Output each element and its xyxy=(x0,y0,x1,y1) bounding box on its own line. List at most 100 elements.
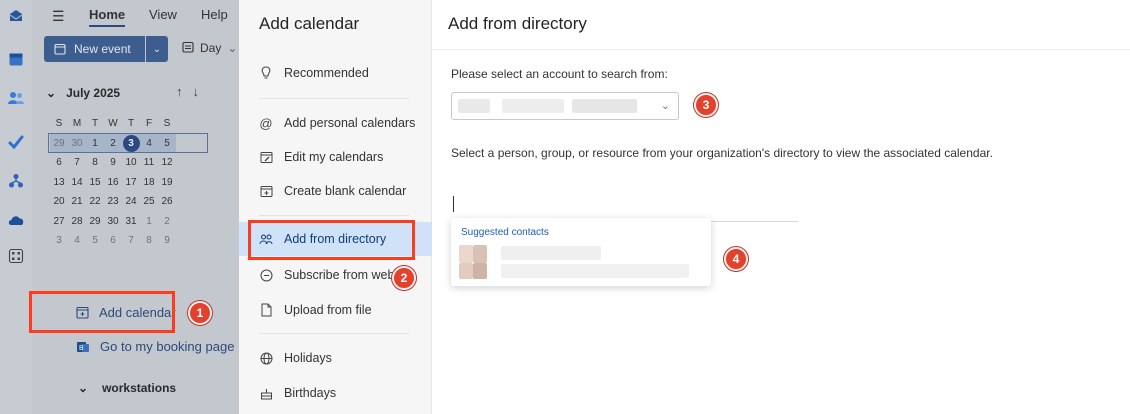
nav-item-blank[interactable]: Create blank calendar xyxy=(239,174,432,208)
avatar xyxy=(473,245,487,263)
calendar-day[interactable]: 30 xyxy=(104,212,122,232)
calendar-day[interactable]: 13 xyxy=(50,173,68,193)
nav-item-label: Upload from file xyxy=(284,303,372,317)
calendar-day[interactable]: 26 xyxy=(158,192,176,212)
calendar-day[interactable]: 4 xyxy=(140,133,158,153)
calendar-day[interactable]: 29 xyxy=(86,212,104,232)
hamburger-icon[interactable]: ☰ xyxy=(52,8,65,25)
calendar-week-row: 20 21 22 23 24 25 26 xyxy=(50,192,216,212)
calendar-day[interactable]: 15 xyxy=(86,173,104,193)
nav-item-holidays[interactable]: Holidays xyxy=(239,341,432,375)
calendar-day[interactable]: 17 xyxy=(122,173,140,193)
month-header[interactable]: ⌄ July 2025 xyxy=(46,86,120,100)
suggested-contacts-label: Suggested contacts xyxy=(461,227,549,238)
arrow-up-icon[interactable]: ↑ xyxy=(176,84,183,99)
calendar-day[interactable]: 16 xyxy=(104,173,122,193)
people-icon[interactable] xyxy=(5,87,27,109)
tab-home[interactable]: Home xyxy=(89,7,126,27)
calendar-day[interactable]: 10 xyxy=(122,153,140,173)
calendar-day[interactable]: 8 xyxy=(86,153,104,173)
calendar-day[interactable]: 29 xyxy=(50,133,68,153)
nav-item-label: Subscribe from web xyxy=(284,268,395,282)
tab-view[interactable]: View xyxy=(149,7,177,22)
globe-icon xyxy=(259,351,273,365)
day-view-button[interactable]: Day ⌄ xyxy=(182,41,237,55)
calendar-day[interactable]: 24 xyxy=(122,192,140,212)
svg-text:B: B xyxy=(79,345,84,352)
booking-page-link[interactable]: B Go to my booking page xyxy=(76,339,234,354)
todo-icon[interactable] xyxy=(5,131,27,153)
at-icon: @ xyxy=(259,115,273,131)
account-select[interactable]: ⌄ xyxy=(451,92,679,120)
account-label: Please select an account to search from: xyxy=(451,67,668,81)
calendar-day[interactable]: 5 xyxy=(158,133,176,153)
new-event-label: New event xyxy=(74,42,131,56)
weekday-label: M xyxy=(72,118,82,129)
calendar-day[interactable]: 31 xyxy=(122,212,140,232)
suggested-contact-item[interactable] xyxy=(451,242,711,284)
calendar-day[interactable]: 2 xyxy=(158,212,176,232)
calendar-day[interactable]: 3 xyxy=(50,231,68,251)
calendar-icon[interactable] xyxy=(5,48,27,70)
page-title: Add from directory xyxy=(448,14,587,33)
calendar-day[interactable]: 8 xyxy=(140,231,158,251)
nav-item-label: Recommended xyxy=(284,66,369,80)
calendar-day[interactable]: 30 xyxy=(68,133,86,153)
calendar-day[interactable]: 1 xyxy=(86,133,104,153)
ribbon: ☰ Home View Help xyxy=(32,0,239,30)
day-view-label: Day xyxy=(200,41,222,55)
calendar-day[interactable]: 28 xyxy=(68,212,86,232)
weekday-label: T xyxy=(91,118,99,129)
nav-item-personal[interactable]: @ Add personal calendars xyxy=(239,106,432,140)
calendar-day[interactable]: 14 xyxy=(68,173,86,193)
calendar-day[interactable]: 22 xyxy=(86,192,104,212)
tab-help[interactable]: Help xyxy=(201,7,228,22)
highlight-box-add-calendar xyxy=(29,291,175,333)
calendar-day[interactable]: 9 xyxy=(104,153,122,173)
calendar-day[interactable]: 5 xyxy=(86,231,104,251)
calendar-day[interactable]: 7 xyxy=(122,231,140,251)
mail-icon[interactable] xyxy=(5,5,27,27)
calendar-day[interactable]: 11 xyxy=(140,153,158,173)
calendar-day[interactable]: 6 xyxy=(104,231,122,251)
calendar-day[interactable]: 2 xyxy=(104,133,122,153)
apps-icon[interactable] xyxy=(5,245,27,267)
new-event-dropdown[interactable]: ⌄ xyxy=(146,36,168,62)
step-marker-1: 1 xyxy=(188,301,212,325)
calendar-day[interactable]: 23 xyxy=(104,192,122,212)
nav-item-label: Birthdays xyxy=(284,386,337,400)
workstations-group[interactable]: ⌄ workstations xyxy=(78,381,176,395)
calendar-day[interactable]: 27 xyxy=(50,212,68,232)
nav-item-label: Holidays xyxy=(284,351,332,365)
nav-item-recommended[interactable]: Recommended xyxy=(239,56,432,90)
calendar-day[interactable]: 1 xyxy=(140,212,158,232)
calendar-day[interactable]: 7 xyxy=(68,153,86,173)
bulb-icon xyxy=(259,66,273,80)
nav-title: Add calendar xyxy=(259,14,360,33)
calendar-day[interactable]: 6 xyxy=(50,153,68,173)
calendar-week-row: 3456789 xyxy=(50,231,216,251)
calendar-day[interactable]: 21 xyxy=(68,192,86,212)
new-event-button[interactable]: New event xyxy=(44,36,145,62)
org-icon[interactable] xyxy=(5,170,27,192)
divider xyxy=(259,215,409,216)
calendar-day[interactable]: 3 xyxy=(122,133,140,153)
redacted-text xyxy=(458,99,490,113)
calendar-day[interactable]: 4 xyxy=(68,231,86,251)
nav-item-upload[interactable]: Upload from file xyxy=(239,293,432,327)
calendar-day[interactable]: 20 xyxy=(50,192,68,212)
onedrive-icon[interactable] xyxy=(5,209,27,231)
calendar-day[interactable]: 19 xyxy=(158,173,176,193)
weekday-label: S xyxy=(163,118,171,129)
nav-item-birthdays[interactable]: Birthdays xyxy=(239,376,432,410)
chevron-down-icon: ⌄ xyxy=(152,43,162,55)
redacted-text xyxy=(501,246,601,260)
workstations-label: workstations xyxy=(102,381,177,395)
nav-item-edit[interactable]: Edit my calendars xyxy=(239,140,432,174)
calendar-day[interactable]: 18 xyxy=(140,173,158,193)
calendar-day[interactable]: 25 xyxy=(140,192,158,212)
calendar-day[interactable]: 9 xyxy=(158,231,176,251)
calendar-day[interactable]: 12 xyxy=(158,153,176,173)
arrow-down-icon[interactable]: ↓ xyxy=(193,84,200,99)
avatar xyxy=(459,245,473,263)
